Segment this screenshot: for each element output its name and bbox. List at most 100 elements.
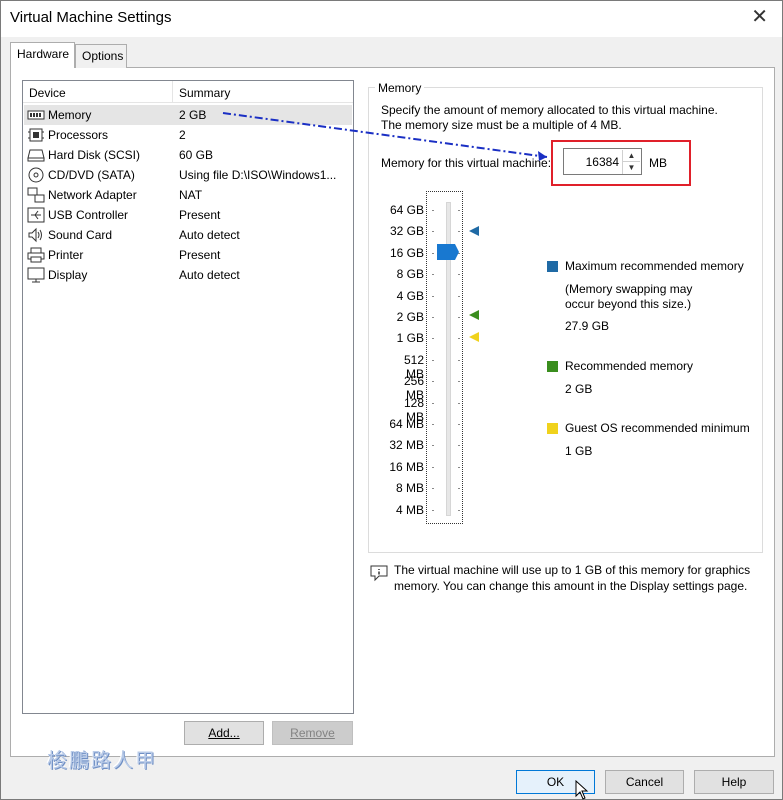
network-adapter-icon [27, 187, 45, 203]
slider-tick-mark [432, 274, 434, 276]
slider-tick-label: 4 MB [395, 502, 424, 517]
watermark-text: 梭鵬路人甲 [47, 748, 157, 772]
slider-tick-mark [458, 295, 460, 297]
slider-tick-label: 1 GB [396, 331, 424, 346]
device-row-cd-dvd[interactable]: CD/DVD (SATA) Using file D:\ISO\Windows1… [24, 165, 352, 185]
tab-hardware[interactable]: Hardware [10, 42, 75, 68]
spin-down-arrow-icon[interactable]: ▼ [622, 162, 640, 174]
slider-tick-label: 4 GB [396, 288, 424, 303]
slider-tick-label: 2 GB [396, 310, 424, 324]
device-row-display[interactable]: Display Auto detect [24, 265, 352, 285]
window-title: Virtual Machine Settings [10, 9, 172, 26]
device-row-printer[interactable]: Printer Present [24, 245, 352, 265]
device-list[interactable]: Device Summary Memory 2 GB Processors 2 … [22, 80, 354, 714]
remove-device-button[interactable]: Remove [272, 721, 353, 745]
spin-up-arrow-icon[interactable]: ▲ [622, 150, 640, 162]
minimum-swatch [547, 423, 558, 434]
device-row-network-adapter[interactable]: Network Adapter NAT [24, 185, 352, 205]
device-column-header[interactable]: Device [29, 86, 66, 100]
device-summary: Present [179, 248, 221, 262]
slider-tick-mark [458, 359, 460, 361]
column-divider[interactable] [172, 81, 173, 103]
memory-group-title: Memory [375, 81, 425, 95]
device-summary: NAT [179, 188, 203, 202]
slider-tick-mark [432, 509, 434, 511]
slider-tick-mark [432, 317, 434, 318]
memory-slider-thumb[interactable] [437, 244, 459, 260]
slider-tick-mark [458, 466, 460, 468]
slider-tick-mark [458, 210, 460, 211]
slider-tick-mark [458, 338, 460, 340]
memory-description-line2: The memory size must be a multiple of 4 … [381, 118, 622, 132]
device-summary: Auto detect [179, 268, 240, 282]
memory-description: Specify the amount of memory allocated t… [381, 103, 751, 133]
close-icon[interactable]: ✕ [751, 7, 768, 27]
info-icon [370, 565, 388, 582]
hard-disk-icon [27, 149, 45, 162]
slider-tick-label: 8 MB [395, 481, 424, 496]
slider-tick-mark [458, 488, 460, 490]
memory-icon [27, 110, 45, 120]
usb-icon [27, 207, 45, 223]
mouse-cursor-icon [575, 780, 589, 800]
device-summary: Present [179, 208, 221, 222]
add-button-label: Add... [208, 726, 240, 740]
slider-tick-label: 16 GB [389, 245, 424, 260]
add-device-button[interactable]: Add... [184, 721, 264, 745]
device-name: Network Adapter [48, 188, 137, 202]
title-bar: Virtual Machine Settings ✕ [1, 1, 782, 37]
recommended-label: Recommended memory [565, 359, 694, 373]
slider-tick-mark [432, 231, 434, 233]
slider-tick-mark [432, 359, 434, 361]
slider-tick-label: 16 MB [389, 459, 424, 474]
device-list-header: Device Summary [23, 81, 353, 103]
max-recommended-note-line2: occur beyond this size.) [565, 297, 692, 311]
recommended-value: 2 GB [565, 382, 593, 396]
device-name: Processors [48, 128, 109, 142]
recommended-swatch [547, 361, 558, 372]
device-summary: 60 GB [179, 148, 214, 162]
slider-tick-label: 32 GB [389, 224, 424, 239]
help-button-label: Help [721, 775, 747, 789]
cancel-button-label: Cancel [625, 775, 664, 789]
slider-tick-label: 8 GB [396, 267, 424, 282]
memory-slider-frame [426, 191, 463, 524]
device-row-sound-card[interactable]: Sound Card Auto detect [24, 225, 352, 245]
max-recommended-value: 27.9 GB [565, 319, 610, 333]
max-recommended-marker-icon [469, 226, 479, 236]
vm-settings-window: Virtual Machine Settings ✕ Hardware Opti… [0, 0, 783, 800]
memory-unit-label: MB [649, 156, 667, 170]
summary-column-header[interactable]: Summary [179, 86, 230, 100]
device-row-usb-controller[interactable]: USB Controller Present [24, 205, 352, 225]
slider-tick-mark [458, 424, 460, 425]
device-row-processors[interactable]: Processors 2 [24, 125, 352, 145]
device-name: Display [48, 268, 88, 282]
slider-tick-mark [432, 466, 434, 468]
info-line1: The virtual machine will use up to 1 GB … [394, 563, 751, 577]
help-button[interactable]: Help [694, 770, 774, 794]
memory-field-label: Memory for this virtual machine: [381, 156, 552, 170]
memory-size-value[interactable]: 16384 [586, 155, 619, 169]
device-name: CD/DVD (SATA) [48, 168, 135, 182]
device-name: Memory [48, 108, 92, 122]
slider-tick-mark [432, 338, 434, 340]
max-recommended-note-line1: (Memory swapping may [565, 282, 693, 296]
info-line2: memory. You can change this amount in th… [394, 579, 748, 593]
slider-tick-mark [458, 445, 460, 447]
minimum-label: Guest OS recommended minimum [565, 421, 750, 435]
cancel-button[interactable]: Cancel [605, 770, 684, 794]
device-row-hard-disk[interactable]: Hard Disk (SCSI) 60 GB [24, 145, 352, 165]
device-row-memory[interactable]: Memory 2 GB [24, 105, 352, 125]
remove-button-label: Remove [290, 726, 335, 740]
slider-tick-mark [432, 445, 434, 447]
slider-tick-mark [432, 381, 434, 383]
slider-tick-mark [432, 295, 434, 297]
tab-options[interactable]: Options [75, 44, 127, 68]
slider-tick-mark [458, 381, 460, 383]
slider-tick-label: 64 GB [389, 203, 424, 217]
device-summary: Auto detect [179, 228, 240, 242]
slider-tick-mark [432, 488, 434, 490]
memory-size-stepper[interactable]: 16384 ▲ ▼ [563, 148, 642, 175]
slider-tick-mark [432, 252, 434, 254]
tab-options-label: Options [82, 49, 124, 63]
